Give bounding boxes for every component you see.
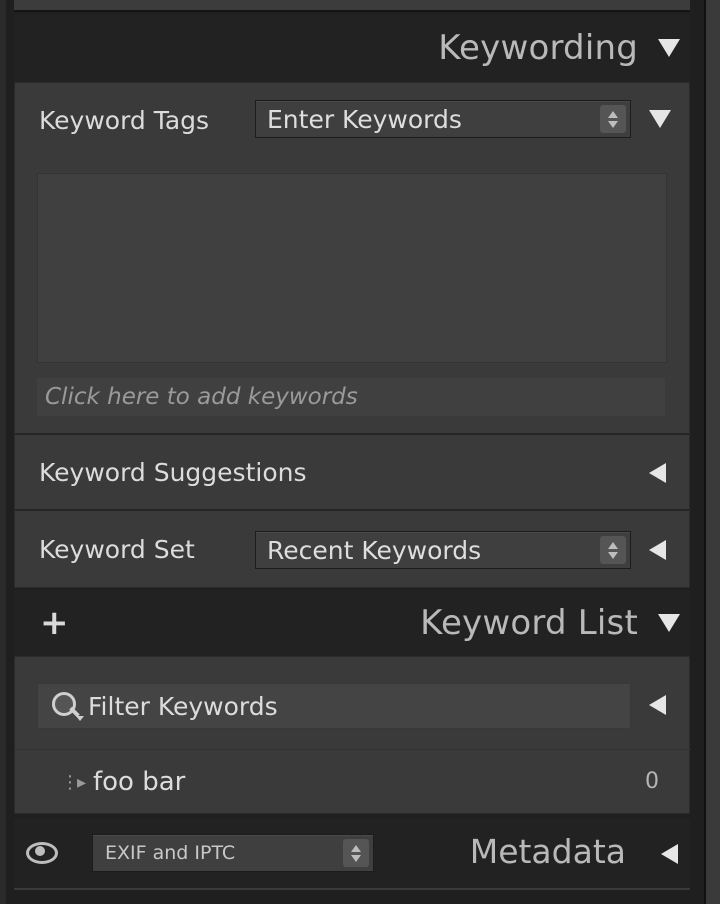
keywording-header[interactable]: Keywording <box>14 14 690 82</box>
keywording-title: Keywording <box>438 28 638 68</box>
keyword-tags-textarea[interactable] <box>37 173 667 363</box>
select-stepper-icon <box>600 536 626 564</box>
keyword-set-label: Keyword Set <box>39 534 195 564</box>
panel-scrollbar[interactable] <box>704 0 720 904</box>
keyword-set-row: Keyword Set Recent Keywords <box>15 511 691 587</box>
keyword-list-section: Filter Keywords ⋮▸ foo bar 0 <box>14 656 691 815</box>
keyword-set-expand-icon[interactable] <box>649 540 666 560</box>
metadata-expand-icon[interactable] <box>661 844 678 864</box>
keyword-set-select[interactable]: Recent Keywords <box>255 531 631 569</box>
keyword-tags-label: Keyword Tags <box>39 105 210 135</box>
keyword-name: foo bar <box>93 767 186 797</box>
keyword-suggestions-expand-icon[interactable] <box>649 463 666 483</box>
keyword-set-value: Recent Keywords <box>267 535 482 565</box>
filter-keywords-field[interactable]: Filter Keywords <box>37 683 631 729</box>
metadata-preset-select[interactable]: EXIF and IPTC <box>92 834 374 872</box>
metadata-preset-value: EXIF and IPTC <box>105 842 236 864</box>
keyword-suggestions-label: Keyword Suggestions <box>39 457 307 487</box>
divider <box>15 749 691 750</box>
metadata-title: Metadata <box>469 832 626 871</box>
keyword-list-collapse-icon[interactable] <box>658 614 680 632</box>
keyword-tags-collapse-icon[interactable] <box>649 110 671 128</box>
keyword-count: 0 <box>645 769 659 794</box>
keyword-tags-row: Keyword Tags Enter Keywords <box>15 83 691 157</box>
select-stepper-icon <box>343 839 369 867</box>
disclosure-arrow-icon[interactable]: ⋮▸ <box>61 772 86 793</box>
right-panel: Keywording Keyword Tags Enter Keywords C… <box>0 0 720 904</box>
keyword-suggestions-row[interactable]: Keyword Suggestions <box>15 435 691 509</box>
select-stepper-icon <box>600 105 626 133</box>
keyword-tags-mode-value: Enter Keywords <box>267 104 462 134</box>
keyword-tags-mode-select[interactable]: Enter Keywords <box>255 100 631 138</box>
metadata-header[interactable]: EXIF and IPTC Metadata <box>14 818 690 888</box>
panel-left-edge <box>0 0 6 904</box>
keyword-list-title: Keyword List <box>420 603 638 643</box>
keyword-list-item[interactable]: ⋮▸ foo bar 0 <box>15 753 691 815</box>
add-keywords-field[interactable]: Click here to add keywords <box>37 378 665 416</box>
keyword-list-header[interactable]: + Keyword List <box>14 590 690 656</box>
previous-panel-bottom <box>14 0 690 12</box>
add-keywords-placeholder: Click here to add keywords <box>45 384 358 410</box>
divider <box>14 888 690 890</box>
filter-keywords-placeholder: Filter Keywords <box>88 691 278 721</box>
filter-expand-icon[interactable] <box>649 695 666 715</box>
keywording-section: Keyword Tags Enter Keywords Click here t… <box>14 82 691 588</box>
plus-icon[interactable]: + <box>40 603 69 643</box>
keywording-collapse-icon[interactable] <box>658 39 680 57</box>
search-icon[interactable] <box>48 688 88 724</box>
eye-icon[interactable] <box>26 840 58 864</box>
